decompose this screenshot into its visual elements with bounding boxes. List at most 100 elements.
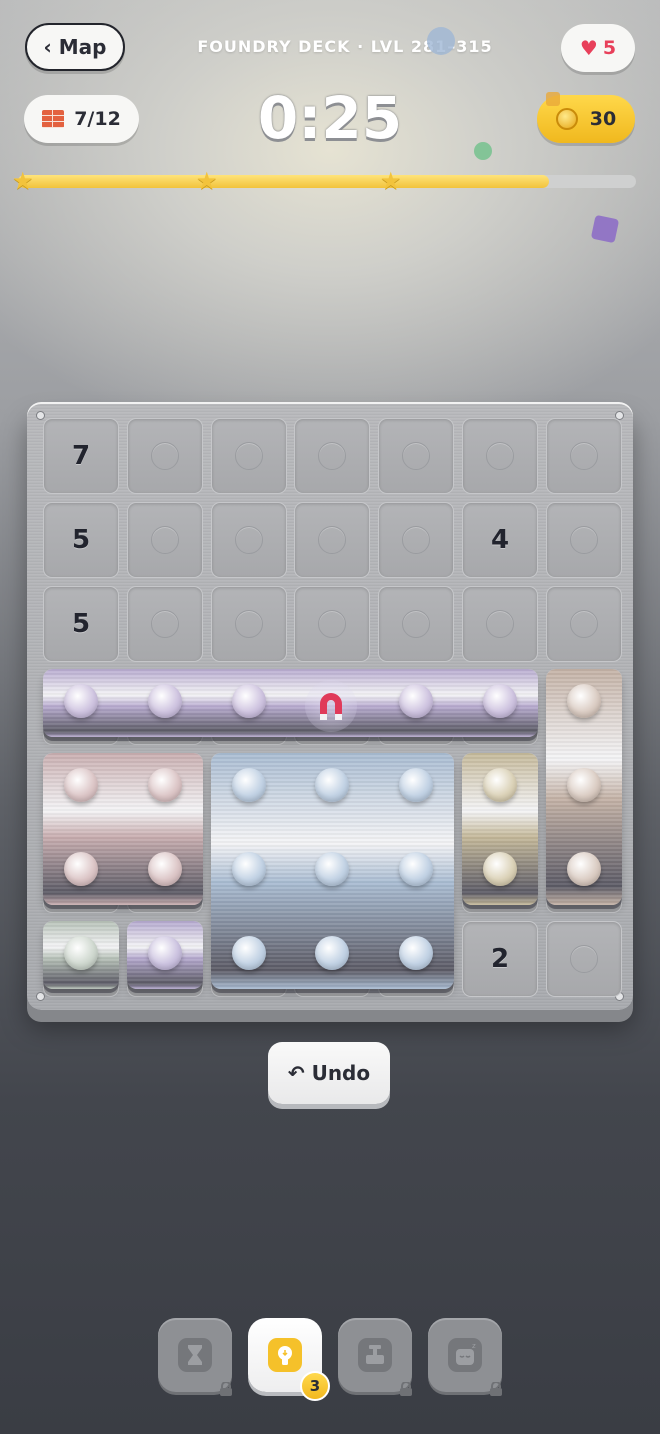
cell-hole <box>569 609 598 638</box>
board-cell[interactable] <box>545 418 622 494</box>
cell-clue-number: 5 <box>71 608 91 639</box>
piece-stud <box>566 684 601 719</box>
star-icon: ★ <box>380 167 402 195</box>
progress-fill <box>18 175 550 188</box>
piece-taupe-bar[interactable] <box>545 669 622 905</box>
piece-stud <box>231 935 266 970</box>
board-cell[interactable] <box>545 585 622 662</box>
cell-hole <box>569 442 598 470</box>
progress-bar: ★ ★ ★ <box>12 167 636 195</box>
piece-rose-block[interactable] <box>43 753 203 905</box>
piece-stud <box>147 684 182 719</box>
level-title: FOUNDRY DECK · LVL 281–315 <box>197 37 493 56</box>
piece-stud <box>399 684 434 719</box>
lives-counter[interactable]: ♥ 5 <box>561 24 635 72</box>
cell-hole <box>150 442 179 470</box>
board-cell[interactable] <box>294 501 371 578</box>
piece-blue-block[interactable] <box>210 753 455 989</box>
screw <box>36 411 45 420</box>
cell-hole <box>569 525 598 554</box>
hourglass-tool-button[interactable] <box>158 1318 232 1396</box>
lock-icon <box>220 1382 232 1396</box>
magnet-icon <box>320 693 342 720</box>
board-cell[interactable] <box>462 585 538 662</box>
back-label: ‹ Map <box>43 35 107 59</box>
cell-hole <box>318 525 347 554</box>
undo-button[interactable]: ↶ Undo <box>268 1042 390 1104</box>
board-cell[interactable]: 7 <box>43 418 119 494</box>
confetti-square <box>546 92 560 106</box>
confetti-dot <box>427 27 455 55</box>
board-cell[interactable] <box>294 585 371 662</box>
confetti-dot <box>474 142 492 160</box>
board-cell[interactable]: 4 <box>462 501 538 578</box>
lock-icon <box>490 1382 502 1396</box>
board-cell[interactable] <box>378 501 455 578</box>
bricks-value: 7/12 <box>74 108 121 130</box>
cell-clue-number: 2 <box>490 943 510 974</box>
piece-stud <box>315 851 350 886</box>
back-to-map-button[interactable]: ‹ Map <box>25 23 125 71</box>
piece-stud <box>566 768 601 803</box>
board-cell[interactable] <box>126 501 203 578</box>
piece-khaki-bar[interactable] <box>462 753 538 905</box>
cell-hole <box>318 609 347 638</box>
hammer-tool-button[interactable] <box>338 1318 412 1396</box>
cell-clue-number: 5 <box>71 524 91 555</box>
hint-count-badge: 3 <box>300 1371 330 1401</box>
star-icon: ★ <box>196 167 218 195</box>
board-cell[interactable] <box>462 418 538 494</box>
piece-stud <box>64 768 98 803</box>
bricks-counter: 7/12 <box>24 95 139 143</box>
board-cell[interactable] <box>545 501 622 578</box>
cell-hole <box>569 944 598 973</box>
piece-stud <box>399 851 434 886</box>
brick-icon <box>42 110 65 128</box>
board-cell[interactable] <box>378 585 455 662</box>
board-cell[interactable] <box>545 920 622 997</box>
hourglass-icon <box>178 1338 212 1372</box>
piece-stud <box>147 935 182 970</box>
piece-stud <box>231 851 266 886</box>
piece-stud <box>399 935 434 970</box>
board-cell[interactable] <box>126 418 203 494</box>
coin-icon <box>555 108 578 130</box>
screw <box>36 992 45 1001</box>
board-cell[interactable]: 2 <box>462 920 538 997</box>
board-cell[interactable] <box>378 418 455 494</box>
cell-clue-number: 7 <box>71 441 91 471</box>
piece-stud <box>315 935 350 970</box>
piece-purple-bar[interactable] <box>43 669 538 738</box>
cell-clue-number: 4 <box>490 524 510 555</box>
board-cell[interactable]: 5 <box>43 585 119 662</box>
piece-green-single[interactable] <box>43 920 119 989</box>
cell-hole <box>402 609 431 638</box>
magnet-marker[interactable] <box>305 680 357 732</box>
confetti-square <box>590 214 620 244</box>
board-cell[interactable] <box>210 585 287 662</box>
cell-hole <box>234 525 263 554</box>
board-cell[interactable] <box>294 418 371 494</box>
board-cell[interactable] <box>210 418 287 494</box>
freeze-tool-button[interactable]: z <box>428 1318 502 1396</box>
board-cell[interactable]: 5 <box>43 501 119 578</box>
board-cell[interactable] <box>210 501 287 578</box>
piece-violet-single[interactable] <box>126 920 203 989</box>
piece-stud <box>483 851 517 886</box>
piece-stud <box>147 768 182 803</box>
piece-stud <box>315 768 350 803</box>
piece-stud <box>566 851 601 886</box>
cell-hole <box>402 525 431 554</box>
piece-stud <box>483 684 517 719</box>
heart-icon: ♥ <box>579 36 598 60</box>
hammer-icon <box>358 1338 392 1372</box>
lives-value: 5 <box>602 37 617 59</box>
cell-hole <box>402 442 431 470</box>
piece-stud <box>64 935 98 970</box>
lock-icon <box>400 1382 412 1396</box>
cell-hole <box>486 609 514 638</box>
cell-hole <box>150 525 179 554</box>
piece-stud <box>231 768 266 803</box>
sleeping-face-icon: z <box>448 1338 482 1372</box>
board-cell[interactable] <box>126 585 203 662</box>
